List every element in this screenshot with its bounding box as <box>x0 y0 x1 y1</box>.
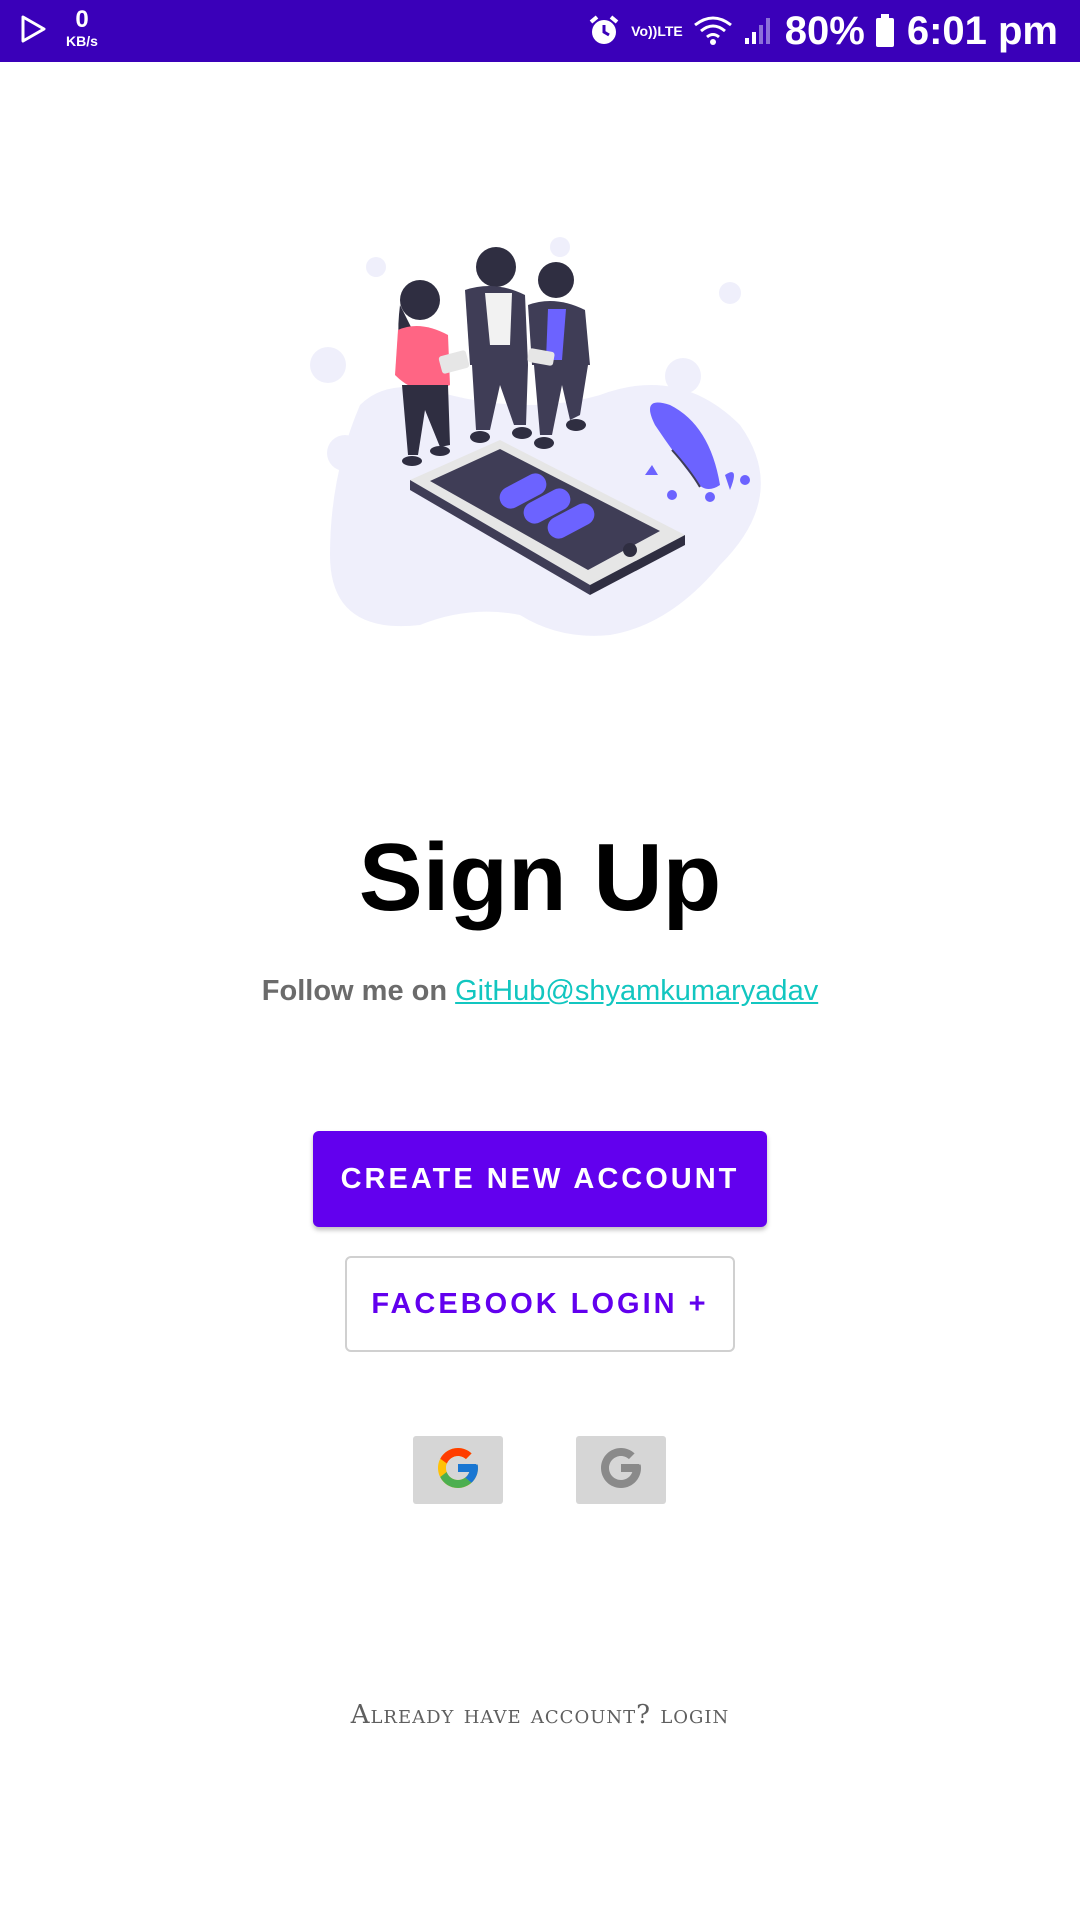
status-bar-left <box>18 0 48 62</box>
follow-prefix: Follow me on <box>261 975 456 1007</box>
create-account-button[interactable]: CREATE NEW ACCOUNT <box>313 1131 767 1227</box>
network-speed-unit: KB/s <box>66 33 98 49</box>
volte-bottom: LTE <box>657 23 683 39</box>
page-title: Sign Up <box>358 824 722 931</box>
people-with-phone-illustration <box>300 225 780 645</box>
play-store-icon <box>18 14 48 49</box>
battery-percent: 80% <box>784 8 865 53</box>
signup-screen: 0 KB/s Vo)) LTE 80% 6:01 pm Sign Up Foll… <box>0 0 1080 1920</box>
google-color-icon <box>434 1444 482 1497</box>
battery-icon <box>875 14 895 48</box>
network-speed: 0 KB/s <box>60 6 104 49</box>
google-signin-button-alt[interactable] <box>576 1436 666 1504</box>
status-bar-right: Vo)) LTE 80% 6:01 pm <box>577 0 1058 62</box>
signal-icon <box>743 16 773 46</box>
google-gray-icon <box>597 1444 645 1497</box>
github-link[interactable]: GitHub@shyamkumaryadav <box>455 975 818 1007</box>
login-link[interactable]: Already have account? login <box>0 1700 1080 1730</box>
follow-text: Follow me on GitHub@shyamkumaryadav <box>0 975 1080 1008</box>
status-bar: 0 KB/s Vo)) LTE 80% 6:01 pm <box>0 0 1080 62</box>
clock: 6:01 pm <box>906 8 1058 53</box>
volte-icon: Vo)) LTE <box>631 24 683 38</box>
wifi-icon <box>693 15 733 47</box>
network-speed-value: 0 <box>75 6 89 33</box>
alarm-icon <box>587 14 621 48</box>
facebook-login-button[interactable]: FACEBOOK LOGIN + <box>345 1256 735 1352</box>
google-signin-button[interactable] <box>413 1436 503 1504</box>
volte-top: Vo)) <box>631 23 658 39</box>
